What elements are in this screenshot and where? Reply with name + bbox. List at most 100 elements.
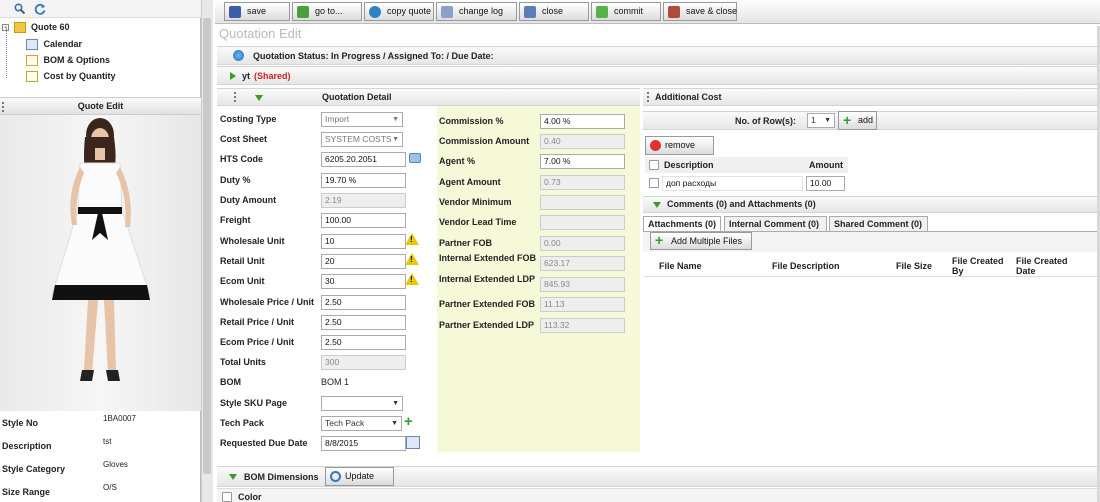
add-files-label: Add Multiple Files <box>671 236 743 246</box>
color-checkbox[interactable] <box>222 492 232 502</box>
field-input[interactable]: 2.50 <box>321 295 406 310</box>
color-row <box>217 488 1100 502</box>
save-button[interactable]: save <box>224 2 290 21</box>
quote-edit-header: Quote Edit <box>0 97 201 115</box>
save-close-button[interactable]: save & close <box>663 2 737 21</box>
field-input <box>540 215 625 230</box>
add-row-button[interactable]: + add <box>838 111 877 130</box>
field-select[interactable]: SYSTEM COSTS ▼ <box>321 132 403 147</box>
field-input[interactable]: 30 <box>321 274 406 289</box>
collapse-icon[interactable] <box>229 474 237 480</box>
field-value: BOM 1 <box>321 377 350 387</box>
tree-item-cost-by-quantity[interactable]: Cost by Quantity <box>26 68 116 84</box>
tab-shared-comment[interactable]: Shared Comment (0) <box>829 216 928 231</box>
remove-button[interactable]: remove <box>645 136 714 155</box>
field-input: 845.93 <box>540 277 625 292</box>
expand-icon[interactable] <box>230 72 236 80</box>
refresh-icon[interactable] <box>34 3 46 15</box>
chevron-down-icon: ▼ <box>392 400 399 407</box>
select-all-checkbox[interactable] <box>649 160 659 170</box>
add-tech-pack-icon[interactable]: + <box>404 413 413 430</box>
commit-button[interactable]: commit <box>591 2 661 21</box>
field-input[interactable]: 20 <box>321 254 406 269</box>
yt-label: yt <box>242 71 251 81</box>
field-label: Internal Extended LDP <box>439 274 536 284</box>
add-label: add <box>858 115 874 125</box>
style-image <box>0 115 201 411</box>
field-label: Partner Extended FOB <box>439 299 536 309</box>
field-input[interactable]: 8/8/2015 <box>321 436 406 451</box>
calendar-icon <box>26 39 38 51</box>
field-input[interactable]: 4.00 % <box>540 114 625 129</box>
cost-description-input[interactable]: доп расходы <box>662 176 803 191</box>
save-label: save <box>247 6 267 16</box>
close-label: close <box>542 6 564 16</box>
quotation-detail-title: Quotation Detail <box>322 92 392 102</box>
field-input[interactable]: 19.70 % <box>321 173 406 188</box>
comments-title: Comments (0) and Attachments (0) <box>667 199 816 209</box>
commit-icon <box>596 6 608 18</box>
plus-icon: + <box>843 112 852 128</box>
hts-lookup-icon[interactable] <box>409 153 421 163</box>
tree-item-calendar[interactable]: Calendar <box>26 36 82 52</box>
field-input[interactable]: 100.00 <box>321 213 406 228</box>
collapse-icon[interactable] <box>255 95 263 101</box>
drag-handle-icon[interactable] <box>234 92 236 102</box>
field-select[interactable]: Tech Pack ▼ <box>321 416 402 431</box>
cost-amount-input[interactable]: 10.00 <box>806 176 845 191</box>
col-file-size: File Size <box>896 261 933 271</box>
field-input: 113.32 <box>540 318 625 333</box>
rows-select[interactable]: 1 ▼ <box>807 113 835 128</box>
field-input[interactable]: 2.50 <box>321 335 406 350</box>
close-button[interactable]: close <box>519 2 589 21</box>
left-scrollbar-thumb[interactable] <box>203 18 211 474</box>
search-icon[interactable] <box>14 3 26 15</box>
status-text: Quotation Status: In Progress / Assigned… <box>253 51 494 61</box>
drag-handle-icon[interactable] <box>647 92 649 102</box>
copy-quote-button[interactable]: copy quote <box>364 2 434 21</box>
tab-internal-comment[interactable]: Internal Comment (0) <box>724 216 827 231</box>
color-label: Color <box>238 492 262 502</box>
left-toolbar <box>0 0 201 18</box>
field-input: 0.73 <box>540 175 625 190</box>
update-button[interactable]: Update <box>325 467 394 486</box>
change-log-button[interactable]: change log <box>436 2 517 21</box>
field-input[interactable]: 6205.20.2051 <box>321 152 406 167</box>
field-select[interactable]: Import ▼ <box>321 112 403 127</box>
copy-icon <box>369 6 381 18</box>
tab-attachments[interactable]: Attachments (0) <box>643 216 721 231</box>
document-icon <box>26 55 38 67</box>
field-input[interactable]: 10 <box>321 234 406 249</box>
row-checkbox[interactable] <box>649 178 659 188</box>
add-multiple-files-button[interactable]: + Add Multiple Files <box>650 232 752 250</box>
field-label: Style SKU Page <box>220 398 288 408</box>
field-input[interactable]: 7.00 % <box>540 154 625 169</box>
save-close-label: save & close <box>686 6 738 16</box>
field-input: 0.00 <box>540 236 625 251</box>
drag-handle-icon[interactable] <box>2 102 4 112</box>
field-input[interactable]: 2.50 <box>321 315 406 330</box>
yt-bar[interactable]: yt (Shared) <box>217 66 1100 85</box>
field-label: Commission % <box>439 116 504 126</box>
size-range-label: Size Range <box>2 487 51 497</box>
tree-root-quote[interactable]: - Quote 60 <box>2 19 70 35</box>
field-label: Agent Amount <box>439 177 501 187</box>
field-select[interactable]: ▼ <box>321 396 403 411</box>
quotation-detail-header: Quotation Detail <box>217 88 640 106</box>
calendar-icon[interactable] <box>406 436 420 449</box>
tree-item-label: Cost by Quantity <box>43 71 116 81</box>
comments-header[interactable]: Comments (0) and Attachments (0) <box>643 196 1100 213</box>
col-file-created-by: File Created By <box>952 256 1004 276</box>
field-input: 0.40 <box>540 134 625 149</box>
field-label: Requested Due Date <box>220 438 308 448</box>
tree-item-bom-options[interactable]: BOM & Options <box>26 52 110 68</box>
field-label: Duty Amount <box>220 195 277 205</box>
close-icon <box>524 6 536 18</box>
field-label: Freight <box>220 215 251 225</box>
commit-label: commit <box>614 6 643 16</box>
goto-button[interactable]: go to... <box>292 2 362 21</box>
field-label: Ecom Price / Unit <box>220 337 295 347</box>
collapse-icon[interactable] <box>653 202 661 208</box>
field-label: Internal Extended FOB <box>439 253 537 263</box>
field-label: Total Units <box>220 357 266 367</box>
